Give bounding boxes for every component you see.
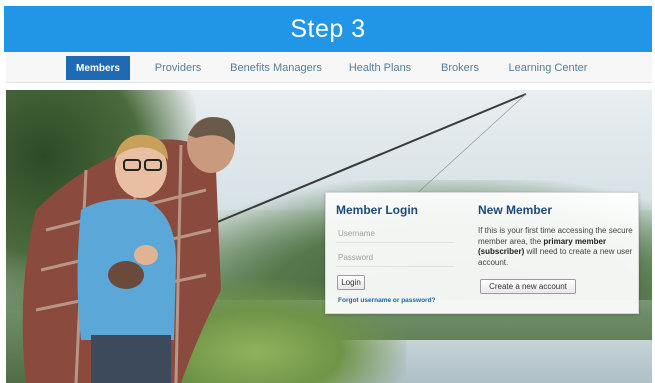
nav-tab-members[interactable]: Members (66, 56, 130, 80)
hands (134, 245, 158, 265)
username-input[interactable] (336, 225, 454, 243)
main-nav: Members Providers Benefits Managers Heal… (6, 52, 652, 83)
login-panel: Member Login Login Forgot username or pa… (325, 192, 639, 314)
new-member-heading: New Member (478, 203, 553, 217)
nav-tab-brokers[interactable]: Brokers (432, 56, 488, 80)
login-button[interactable]: Login (337, 275, 365, 290)
step-banner: Step 3 (4, 6, 652, 52)
forgot-credentials-link[interactable]: Forgot username or password? (338, 297, 436, 304)
nav-tab-learning-center[interactable]: Learning Center (500, 56, 596, 80)
member-login-heading: Member Login (336, 203, 419, 217)
nav-tab-health-plans[interactable]: Health Plans (342, 56, 418, 80)
new-member-description: If this is your first time accessing the… (478, 226, 633, 267)
step-title: Step 3 (290, 14, 366, 43)
nav-tab-providers[interactable]: Providers (146, 56, 210, 80)
boy-pants (91, 335, 171, 383)
nav-tab-benefits-managers[interactable]: Benefits Managers (224, 56, 328, 80)
create-account-button[interactable]: Create a new account (480, 279, 576, 294)
password-input[interactable] (336, 249, 454, 267)
fishing-reel (108, 261, 144, 289)
